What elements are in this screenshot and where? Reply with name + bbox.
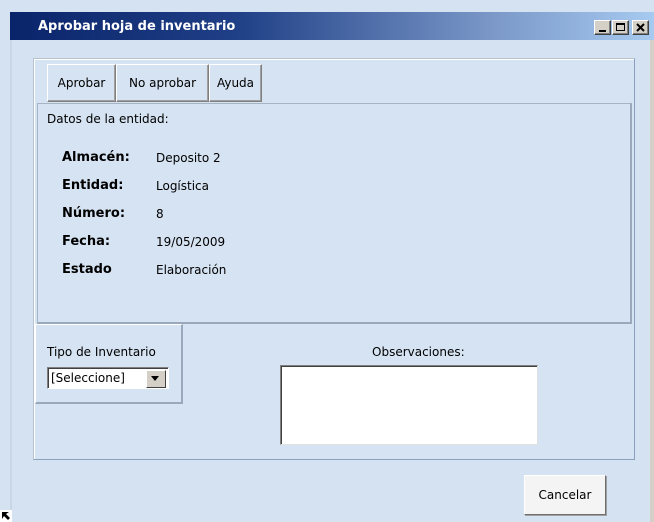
minimize-icon: [599, 30, 606, 32]
field-label-numero: Número:: [62, 206, 126, 221]
window-title: Aprobar hoja de inventario: [38, 19, 236, 34]
approve-button[interactable]: Aprobar: [47, 64, 116, 102]
help-button[interactable]: Ayuda: [209, 64, 262, 102]
field-label-almacen: Almacén:: [62, 150, 130, 165]
cancel-button-label: Cancelar: [538, 488, 592, 502]
close-icon: [636, 23, 645, 32]
observations-textarea[interactable]: [280, 365, 538, 445]
inventory-type-panel: [35, 324, 183, 404]
cancel-button[interactable]: Cancelar: [524, 475, 606, 515]
help-button-label: Ayuda: [216, 76, 255, 90]
reject-button-label: No aprobar: [128, 76, 197, 90]
observations-label: Observaciones:: [372, 345, 465, 359]
minimize-button[interactable]: [594, 20, 611, 35]
window-border: [650, 40, 654, 522]
field-value-entidad: Logística: [156, 179, 210, 193]
field-label-estado: Estado: [62, 262, 112, 277]
reject-button[interactable]: No aprobar: [116, 64, 209, 102]
field-value-numero: 8: [156, 207, 164, 221]
field-value-fecha: 19/05/2009: [156, 235, 226, 249]
dropdown-arrow-button[interactable]: [146, 370, 166, 388]
field-label-entidad: Entidad:: [62, 178, 124, 193]
inventory-type-selected: [Seleccione]: [51, 371, 125, 385]
close-button[interactable]: [632, 20, 649, 35]
chevron-down-icon: [151, 376, 159, 381]
field-value-estado: Elaboración: [156, 263, 227, 277]
inventory-type-label: Tipo de Inventario: [47, 345, 156, 359]
inventory-type-select[interactable]: [Seleccione]: [47, 367, 169, 389]
field-label-fecha: Fecha:: [62, 234, 111, 249]
entity-section-title: Datos de la entidad:: [47, 112, 169, 126]
resize-arrow-icon[interactable]: [0, 510, 12, 522]
entity-data-panel: [37, 103, 632, 324]
maximize-button[interactable]: [612, 20, 629, 35]
maximize-icon: [616, 23, 625, 31]
approve-button-label: Aprobar: [57, 76, 106, 90]
window-border-left: [10, 40, 12, 510]
field-value-almacen: Deposito 2: [156, 151, 221, 165]
